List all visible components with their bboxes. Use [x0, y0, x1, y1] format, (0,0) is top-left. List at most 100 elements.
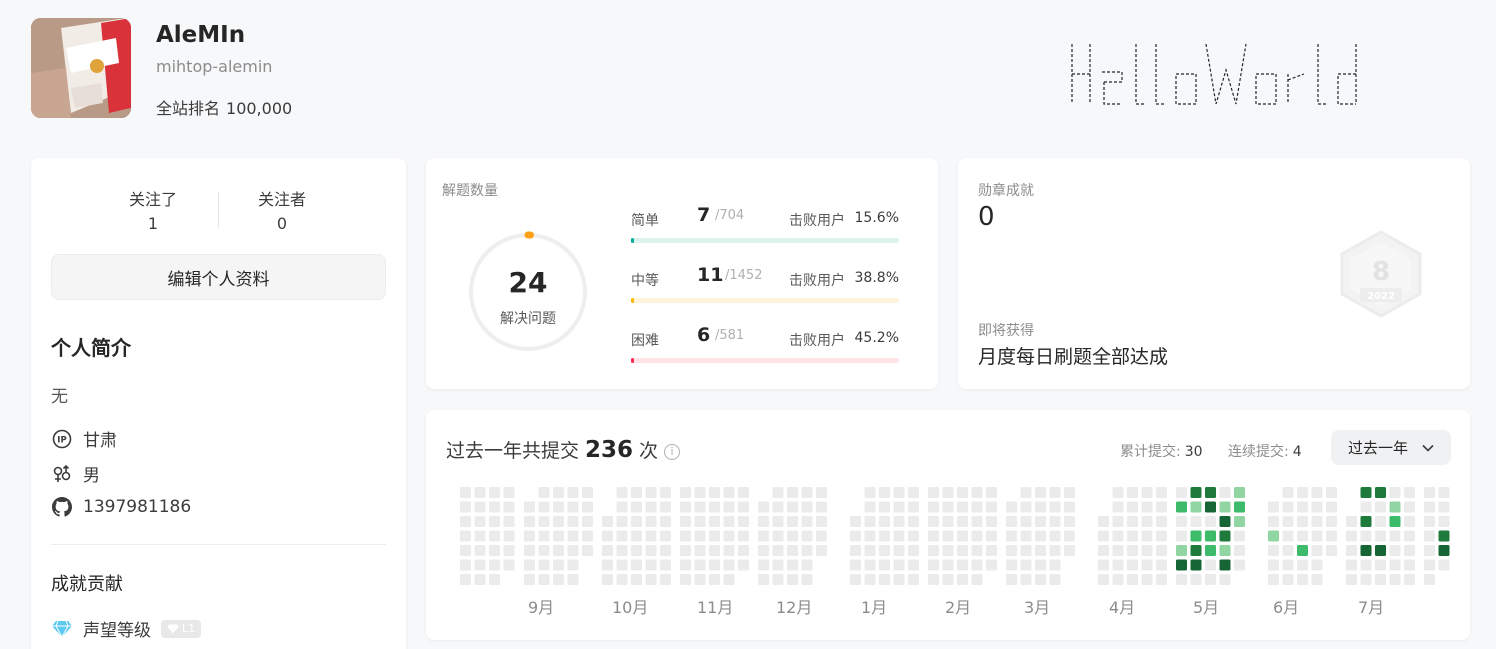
heatmap-cell[interactable] [758, 501, 769, 513]
heatmap-cell[interactable] [957, 516, 968, 527]
heatmap-cell[interactable] [1389, 530, 1401, 542]
heatmap-cell[interactable] [660, 574, 671, 585]
heatmap-cell[interactable] [986, 516, 997, 527]
heatmap-cell[interactable] [489, 574, 500, 585]
heatmap-cell[interactable] [489, 501, 500, 513]
heatmap-cell[interactable] [582, 545, 593, 556]
heatmap-cell[interactable] [928, 559, 939, 571]
heatmap-cell[interactable] [1049, 516, 1061, 527]
heatmap-cell[interactable] [1268, 501, 1279, 513]
heatmap-cell[interactable] [1389, 574, 1401, 585]
heatmap-cell[interactable] [1035, 501, 1046, 513]
heatmap-cell[interactable] [660, 501, 671, 513]
heatmap-cell[interactable] [1297, 487, 1308, 498]
heatmap-cell[interactable] [694, 487, 706, 498]
heatmap-cell[interactable] [1389, 545, 1401, 556]
heatmap-cell[interactable] [631, 574, 642, 585]
heatmap-cell[interactable] [503, 530, 515, 542]
heatmap-cell[interactable] [1438, 501, 1450, 513]
heatmap-cell[interactable] [1127, 559, 1138, 571]
heatmap-cell[interactable] [928, 545, 939, 556]
heatmap-cell-active[interactable] [1438, 545, 1450, 556]
heatmap-cell[interactable] [928, 501, 939, 513]
heatmap-cell[interactable] [1112, 559, 1124, 571]
heatmap-cell[interactable] [1282, 559, 1294, 571]
heatmap-cell[interactable] [680, 545, 691, 556]
heatmap-cell[interactable] [1098, 545, 1109, 556]
heatmap-cell[interactable] [553, 574, 564, 585]
heatmap-cell[interactable] [738, 516, 749, 527]
heatmap-cell[interactable] [1176, 574, 1187, 585]
heatmap-cell[interactable] [801, 530, 813, 542]
heatmap-cell[interactable] [1219, 487, 1231, 498]
heatmap-cell[interactable] [1176, 530, 1187, 542]
heatmap-cell[interactable] [879, 516, 890, 527]
heatmap-cell[interactable] [1156, 574, 1167, 585]
heatmap-cell[interactable] [893, 516, 905, 527]
heatmap-cell[interactable] [801, 574, 813, 585]
heatmap-cell[interactable] [1424, 530, 1435, 542]
heatmap-cell[interactable] [1006, 530, 1017, 542]
heatmap-cell[interactable] [1389, 559, 1401, 571]
heatmap-cell-active[interactable] [1268, 530, 1279, 542]
heatmap-cell[interactable] [709, 559, 720, 571]
heatmap-cell[interactable] [645, 501, 657, 513]
heatmap-cell[interactable] [1360, 574, 1372, 585]
heatmap-cell[interactable] [1311, 501, 1323, 513]
heatmap-cell[interactable] [1020, 574, 1032, 585]
heatmap-cell[interactable] [1297, 530, 1308, 542]
heatmap-cell[interactable] [1375, 530, 1386, 542]
heatmap-cell[interactable] [1141, 501, 1153, 513]
heatmap-cell[interactable] [957, 530, 968, 542]
heatmap-cell[interactable] [645, 487, 657, 498]
heatmap-cell[interactable] [524, 559, 535, 571]
heatmap-cell[interactable] [709, 501, 720, 513]
heatmap-cell[interactable] [524, 545, 535, 556]
info-icon[interactable]: i [664, 443, 681, 460]
heatmap-cell[interactable] [553, 487, 564, 498]
heatmap-cell[interactable] [928, 516, 939, 527]
heatmap-cell[interactable] [957, 487, 968, 498]
heatmap-cell[interactable] [1112, 530, 1124, 542]
heatmap-cell[interactable] [816, 545, 827, 556]
heatmap-cell-active[interactable] [1297, 545, 1308, 556]
heatmap-cell[interactable] [524, 516, 535, 527]
heatmap-cell[interactable] [1311, 487, 1323, 498]
heatmap-cell[interactable] [758, 516, 769, 527]
edit-profile-button[interactable]: 编辑个人资料 [51, 254, 386, 300]
followers-stat[interactable]: 关注者 0 [222, 186, 342, 233]
heatmap-cell[interactable] [1112, 574, 1124, 585]
heatmap-cell[interactable] [460, 516, 471, 527]
heatmap-cell[interactable] [1424, 501, 1435, 513]
heatmap-cell[interactable] [709, 530, 720, 542]
heatmap-cell[interactable] [864, 574, 876, 585]
heatmap-cell[interactable] [567, 516, 579, 527]
heatmap-cell[interactable] [986, 530, 997, 542]
heatmap-cell[interactable] [1375, 501, 1386, 513]
heatmap-cell[interactable] [1375, 559, 1386, 571]
heatmap-cell[interactable] [1098, 574, 1109, 585]
heatmap-cell[interactable] [538, 516, 550, 527]
heatmap-cell-active[interactable] [1205, 501, 1216, 513]
heatmap-cell[interactable] [1006, 574, 1017, 585]
heatmap-cell[interactable] [1404, 530, 1415, 542]
heatmap-cell-active[interactable] [1190, 545, 1202, 556]
heatmap-cell[interactable] [1346, 559, 1357, 571]
heatmap-cell[interactable] [1389, 487, 1401, 498]
heatmap-cell[interactable] [553, 559, 564, 571]
heatmap-cell[interactable] [787, 501, 798, 513]
heatmap-cell[interactable] [1424, 545, 1435, 556]
heatmap-cell[interactable] [986, 501, 997, 513]
heatmap-cell[interactable] [1282, 501, 1294, 513]
heatmap-cell[interactable] [524, 530, 535, 542]
heatmap-cell[interactable] [1035, 559, 1046, 571]
heatmap-cell[interactable] [616, 487, 628, 498]
heatmap-cell[interactable] [1234, 559, 1245, 571]
heatmap-cell[interactable] [1375, 516, 1386, 527]
heatmap-cell[interactable] [567, 530, 579, 542]
heatmap-cell[interactable] [1346, 545, 1357, 556]
heatmap-cell[interactable] [864, 559, 876, 571]
heatmap-cell[interactable] [1282, 530, 1294, 542]
heatmap-cell[interactable] [1127, 530, 1138, 542]
heatmap-cell[interactable] [1020, 487, 1032, 498]
